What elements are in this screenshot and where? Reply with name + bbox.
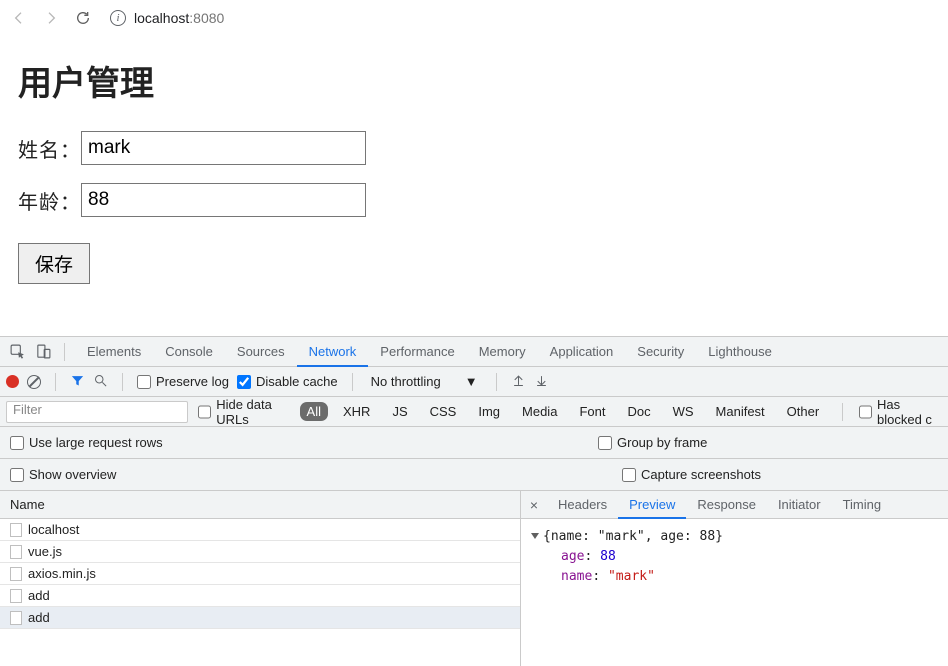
export-har-icon[interactable] (534, 373, 549, 391)
devtools-tab-elements[interactable]: Elements (75, 337, 153, 367)
filter-type-other[interactable]: Other (780, 402, 827, 421)
request-list-header[interactable]: Name (0, 491, 520, 519)
disable-cache-checkbox[interactable]: Disable cache (237, 374, 338, 389)
age-row: 年龄： (18, 183, 930, 217)
devtools-tab-performance[interactable]: Performance (368, 337, 466, 367)
filter-type-ws[interactable]: WS (666, 402, 701, 421)
request-list-pane: Name localhost vue.js axios.min.js add add (0, 491, 521, 666)
request-name: localhost (28, 522, 79, 537)
detail-tabstrip: × HeadersPreviewResponseInitiatorTiming (521, 491, 948, 519)
network-filter-bar: Filter Hide data URLs All XHR JS CSS Img Medi… (0, 397, 948, 427)
filter-type-img[interactable]: Img (471, 402, 507, 421)
filter-type-font[interactable]: Font (572, 402, 612, 421)
forward-button[interactable] (38, 5, 64, 31)
filter-type-js[interactable]: JS (385, 402, 414, 421)
search-icon[interactable] (93, 373, 108, 391)
devtools-panel: ElementsConsoleSourcesNetworkPerformance… (0, 336, 948, 666)
reload-button[interactable] (70, 5, 96, 31)
filter-type-xhr[interactable]: XHR (336, 402, 377, 421)
separator (64, 343, 65, 361)
devtools-tabstrip: ElementsConsoleSourcesNetworkPerformance… (0, 337, 948, 367)
file-icon (10, 589, 22, 603)
import-har-icon[interactable] (511, 373, 526, 391)
group-by-frame-checkbox[interactable]: Group by frame (598, 435, 858, 450)
inspect-element-icon[interactable] (6, 341, 28, 363)
filter-type-manifest[interactable]: Manifest (709, 402, 772, 421)
request-name: add (28, 588, 50, 603)
filter-toggle-icon[interactable] (70, 373, 85, 391)
separator (122, 373, 123, 391)
network-panes: Name localhost vue.js axios.min.js add add ×… (0, 491, 948, 666)
filter-input[interactable]: Filter (6, 401, 188, 423)
save-button[interactable]: 保存 (18, 243, 90, 284)
preview-field[interactable]: age: 88 (531, 547, 938, 567)
separator (55, 373, 56, 391)
request-name: axios.min.js (28, 566, 96, 581)
request-row[interactable]: localhost (0, 519, 520, 541)
name-label: 姓名： (18, 134, 81, 163)
back-button[interactable] (6, 5, 32, 31)
devtools-tab-application[interactable]: Application (538, 337, 626, 367)
name-input[interactable] (81, 131, 366, 165)
network-toolbar: Preserve log Disable cache No throttling… (0, 367, 948, 397)
preserve-log-checkbox[interactable]: Preserve log (137, 374, 229, 389)
request-row[interactable]: add (0, 585, 520, 607)
file-icon (10, 611, 22, 625)
has-blocked-cookies-checkbox[interactable]: Has blocked c (859, 397, 942, 427)
detail-tab-initiator[interactable]: Initiator (767, 491, 832, 519)
detail-tab-response[interactable]: Response (686, 491, 767, 519)
filter-type-media[interactable]: Media (515, 402, 564, 421)
preview-root-line[interactable]: {name: "mark", age: 88} (531, 527, 938, 547)
request-detail-pane: × HeadersPreviewResponseInitiatorTiming … (521, 491, 948, 666)
network-options-row-2: Show overview Capture screenshots (0, 459, 948, 491)
detail-tab-headers[interactable]: Headers (547, 491, 618, 519)
use-large-rows-checkbox[interactable]: Use large request rows (10, 435, 270, 450)
throttling-select[interactable]: No throttling▼ (367, 374, 482, 389)
devtools-tab-memory[interactable]: Memory (467, 337, 538, 367)
age-label: 年龄： (18, 186, 81, 215)
filter-type-all[interactable]: All (300, 402, 328, 421)
site-info-icon[interactable]: i (110, 10, 126, 26)
hide-data-urls-checkbox[interactable]: Hide data URLs (198, 397, 289, 427)
age-input[interactable] (81, 183, 366, 217)
separator (496, 373, 497, 391)
file-icon (10, 523, 22, 537)
request-row[interactable]: vue.js (0, 541, 520, 563)
request-row[interactable]: axios.min.js (0, 563, 520, 585)
url-text: localhost:8080 (134, 10, 224, 26)
name-row: 姓名： (18, 131, 930, 165)
filter-type-css[interactable]: CSS (423, 402, 464, 421)
filter-type-doc[interactable]: Doc (620, 402, 657, 421)
devtools-tab-network[interactable]: Network (297, 337, 369, 367)
record-button[interactable] (6, 375, 19, 388)
separator (352, 373, 353, 391)
preview-field[interactable]: name: "mark" (531, 567, 938, 587)
devtools-tab-console[interactable]: Console (153, 337, 225, 367)
page-title: 用户管理 (18, 56, 930, 105)
devtools-tab-lighthouse[interactable]: Lighthouse (696, 337, 784, 367)
show-overview-checkbox[interactable]: Show overview (10, 467, 270, 482)
expand-triangle-icon[interactable] (531, 533, 539, 539)
page-content: 用户管理 姓名： 年龄： 保存 (0, 36, 948, 300)
clear-button[interactable] (27, 375, 41, 389)
devtools-tab-security[interactable]: Security (625, 337, 696, 367)
detail-tab-timing[interactable]: Timing (832, 491, 893, 519)
capture-screenshots-checkbox[interactable]: Capture screenshots (622, 467, 882, 482)
file-icon (10, 545, 22, 559)
browser-toolbar: i localhost:8080 (0, 0, 948, 36)
request-name: vue.js (28, 544, 62, 559)
detail-tab-preview[interactable]: Preview (618, 491, 686, 519)
close-detail-button[interactable]: × (521, 497, 547, 513)
request-name: add (28, 610, 50, 625)
separator (842, 403, 843, 421)
device-toggle-icon[interactable] (32, 341, 54, 363)
request-row[interactable]: add (0, 607, 520, 629)
devtools-tab-sources[interactable]: Sources (225, 337, 297, 367)
address-bar[interactable]: i localhost:8080 (102, 4, 942, 32)
file-icon (10, 567, 22, 581)
preview-body: {name: "mark", age: 88} age: 88name: "ma… (521, 519, 948, 666)
network-options-row-1: Use large request rows Group by frame (0, 427, 948, 459)
